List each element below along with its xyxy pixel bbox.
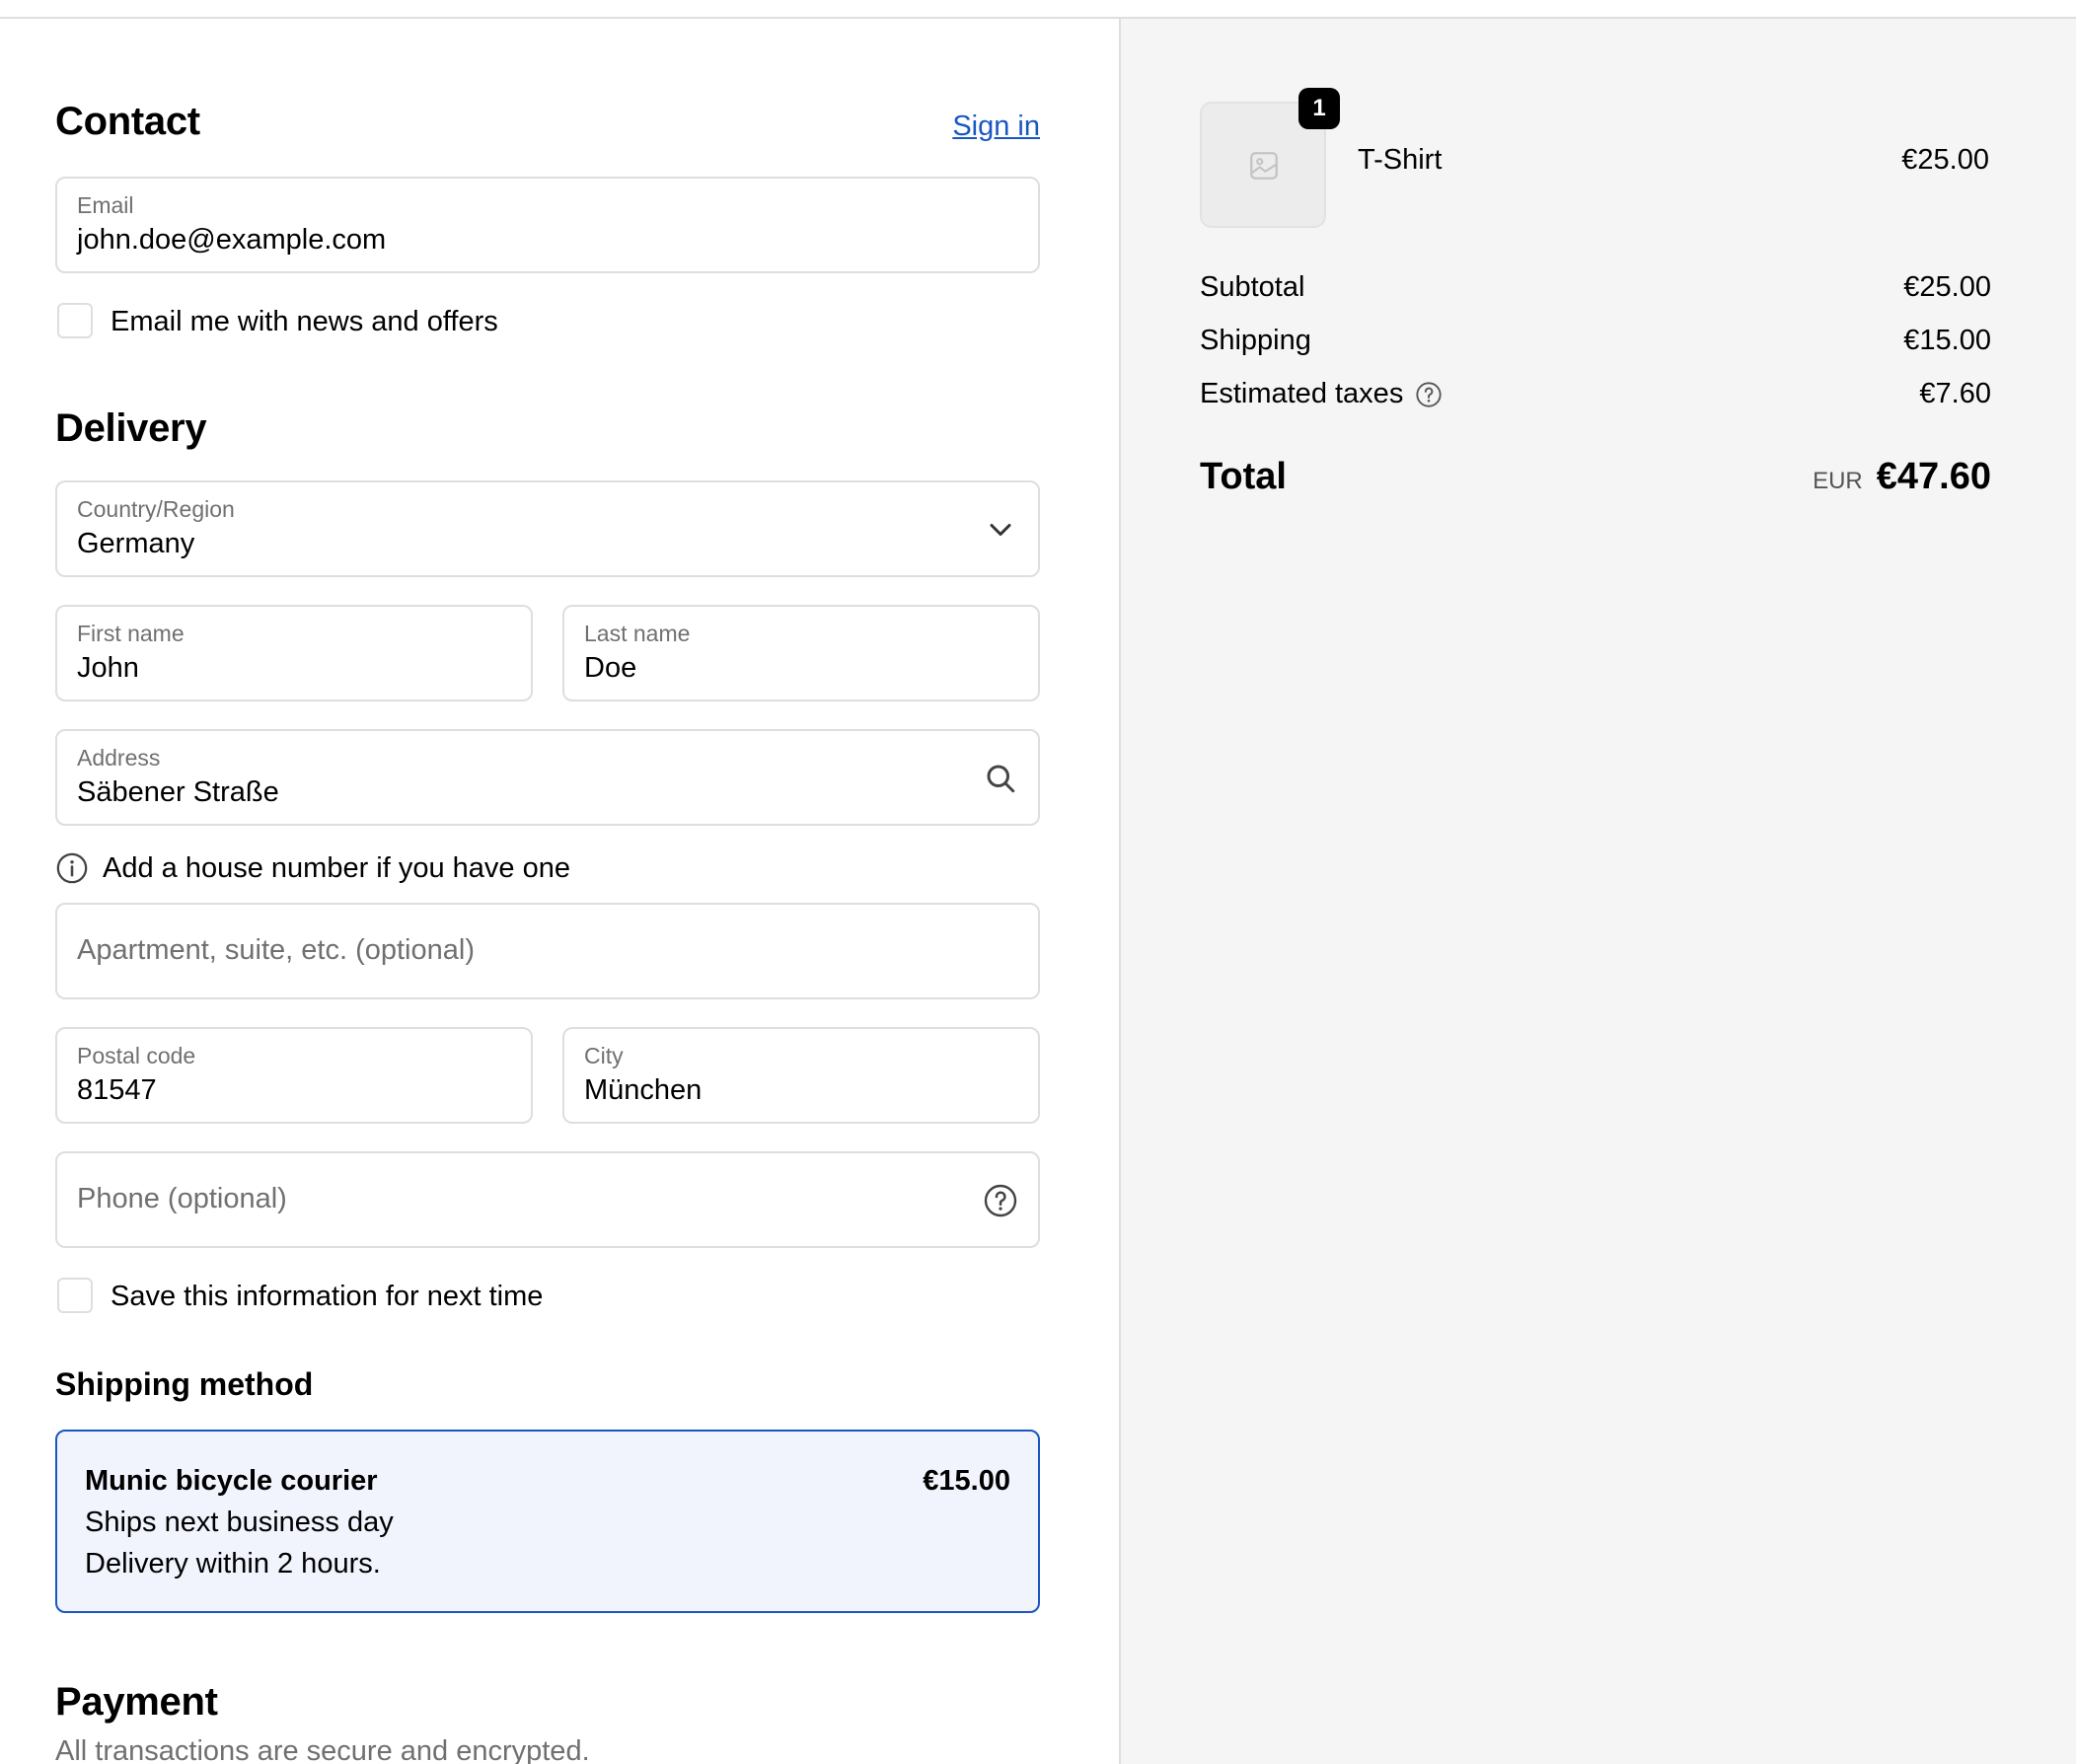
info-icon	[56, 852, 88, 884]
shipping-label: Shipping	[1200, 325, 1311, 356]
shipping-option-line1: Ships next business day	[85, 1507, 394, 1538]
city-field[interactable]: City München	[562, 1027, 1040, 1124]
email-value[interactable]: john.doe@example.com	[77, 224, 386, 257]
city-value[interactable]: München	[584, 1074, 702, 1107]
taxes-row: Estimated taxes €7.60	[1200, 378, 1991, 410]
phone-placeholder[interactable]: Phone (optional)	[77, 1183, 287, 1215]
image-placeholder-icon	[1250, 152, 1278, 180]
shipping-option-selected[interactable]: Munic bicycle courier €15.00 Ships next …	[55, 1430, 1040, 1613]
postal-code-field[interactable]: Postal code 81547	[55, 1027, 533, 1124]
contact-heading: Contact	[55, 100, 200, 143]
country-select[interactable]: Country/Region Germany	[55, 480, 1040, 577]
total-value: €47.60	[1876, 456, 1991, 497]
top-border	[0, 0, 2076, 19]
subtotal-label: Subtotal	[1200, 271, 1305, 303]
checkout-form: Contact Sign in Email john.doe@example.c…	[0, 19, 1119, 1764]
subtotal-row: Subtotal €25.00	[1200, 271, 1991, 304]
question-circle-icon[interactable]	[983, 1183, 1018, 1218]
product-name: T-Shirt	[1358, 144, 1443, 176]
shipping-row: Shipping €15.00	[1200, 325, 1991, 357]
newsletter-label[interactable]: Email me with news and offers	[111, 306, 498, 338]
last-name-field[interactable]: Last name Doe	[562, 605, 1040, 701]
first-name-field[interactable]: First name John	[55, 605, 533, 701]
shipping-value: €15.00	[1903, 325, 1991, 356]
save-info-checkbox[interactable]	[57, 1278, 93, 1313]
postal-code-value[interactable]: 81547	[77, 1074, 157, 1107]
phone-field[interactable]: Phone (optional)	[55, 1151, 1040, 1248]
shipping-option-price: €15.00	[923, 1465, 1010, 1497]
apartment-placeholder[interactable]: Apartment, suite, etc. (optional)	[77, 934, 475, 967]
email-field[interactable]: Email john.doe@example.com	[55, 177, 1040, 273]
subtotal-value: €25.00	[1903, 271, 1991, 303]
chevron-down-icon	[990, 524, 1011, 536]
shipping-option-line2: Delivery within 2 hours.	[85, 1548, 381, 1580]
taxes-label: Estimated taxes	[1200, 378, 1404, 409]
shipping-option-name: Munic bicycle courier	[85, 1465, 378, 1497]
address-label: Address	[77, 745, 161, 771]
first-name-label: First name	[77, 621, 185, 646]
city-label: City	[584, 1043, 624, 1068]
first-name-value[interactable]: John	[77, 652, 139, 685]
apartment-field[interactable]: Apartment, suite, etc. (optional)	[55, 903, 1040, 999]
total-currency: EUR	[1813, 468, 1863, 494]
address-value[interactable]: Säbener Straße	[77, 776, 279, 809]
shipping-method-heading: Shipping method	[55, 1366, 314, 1402]
address-field[interactable]: Address Säbener Straße	[55, 729, 1040, 826]
search-icon[interactable]	[983, 761, 1018, 796]
total-row: Total EUR €47.60	[1200, 456, 1991, 498]
question-circle-icon[interactable]	[1415, 381, 1443, 408]
sign-in-link[interactable]: Sign in	[952, 110, 1040, 143]
country-value: Germany	[77, 528, 195, 559]
address-hint-text: Add a house number if you have one	[103, 851, 570, 884]
order-summary: 1 T-Shirt €25.00 Subtotal €25.00 Shippin…	[1119, 19, 2076, 1764]
payment-subtitle: All transactions are secure and encrypte…	[55, 1735, 590, 1764]
quantity-badge: 1	[1298, 88, 1340, 129]
postal-code-label: Postal code	[77, 1043, 196, 1068]
total-label: Total	[1200, 456, 1287, 497]
delivery-heading: Delivery	[55, 406, 207, 450]
save-info-label[interactable]: Save this information for next time	[111, 1281, 543, 1313]
taxes-value: €7.60	[1919, 378, 1991, 409]
last-name-label: Last name	[584, 621, 691, 646]
email-label: Email	[77, 192, 134, 218]
product-price: €25.00	[1901, 144, 1989, 176]
last-name-value[interactable]: Doe	[584, 652, 636, 685]
newsletter-checkbox[interactable]	[57, 303, 93, 338]
payment-heading: Payment	[55, 1680, 218, 1724]
address-hint: Add a house number if you have one	[55, 851, 570, 885]
country-label: Country/Region	[77, 496, 235, 522]
